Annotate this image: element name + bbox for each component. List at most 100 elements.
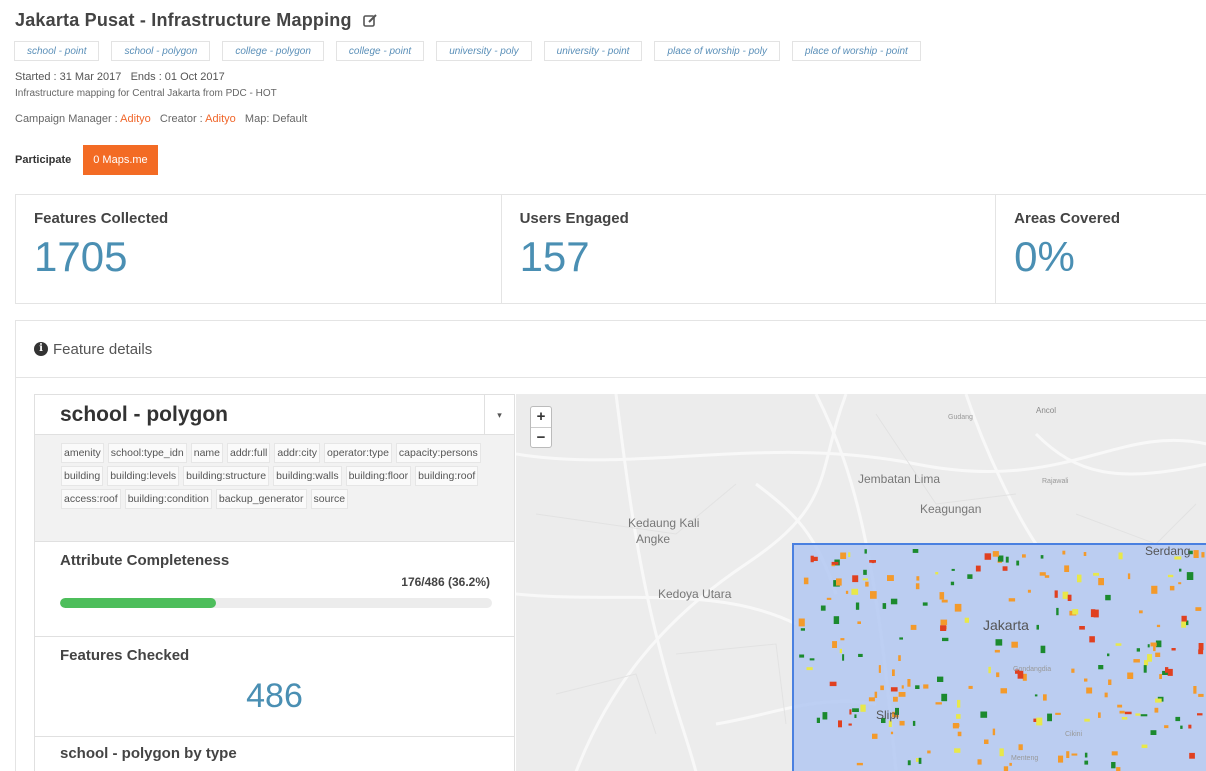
feature-marker — [1083, 552, 1087, 556]
feature-marker — [916, 758, 919, 762]
completeness-title: Attribute Completeness — [60, 552, 230, 569]
feature-marker — [1181, 615, 1187, 622]
feature-marker — [899, 637, 903, 640]
feature-marker — [957, 731, 962, 737]
feature-marker — [1084, 752, 1088, 758]
tag-worship-poly[interactable]: place of worship - poly — [654, 41, 780, 61]
feature-marker — [1022, 673, 1027, 681]
chevron-down-icon[interactable]: ▾ — [484, 395, 514, 435]
feature-marker — [1058, 755, 1064, 763]
feature-marker — [852, 575, 859, 583]
feature-marker — [1151, 585, 1158, 594]
manager-link[interactable]: Adityo — [120, 113, 151, 125]
feature-marker — [954, 748, 961, 753]
feature-marker — [918, 757, 922, 764]
feature-marker — [1002, 566, 1008, 571]
feature-marker — [1139, 610, 1143, 614]
feature-marker — [849, 709, 852, 715]
feature-marker — [1098, 712, 1101, 718]
feature-marker — [923, 684, 929, 689]
feature-marker — [1165, 667, 1169, 673]
zoom-out-button[interactable]: − — [531, 427, 551, 447]
feature-marker — [832, 641, 837, 648]
zoom-in-button[interactable]: + — [531, 407, 551, 427]
feature-marker — [1118, 552, 1123, 560]
feature-marker — [1116, 767, 1121, 771]
feature-marker — [1159, 674, 1162, 679]
feature-marker — [927, 750, 931, 754]
feature-marker — [1062, 591, 1069, 599]
feature-marker — [1156, 624, 1161, 628]
feature-marker — [912, 720, 916, 726]
feature-marker — [1084, 678, 1088, 682]
feature-marker — [890, 731, 894, 735]
completeness-progress-bar — [60, 598, 492, 608]
feature-marker — [838, 720, 842, 728]
feature-marker — [848, 723, 852, 726]
campaign-page: Jakarta Pusat - Infrastructure Mapping s… — [0, 0, 1206, 771]
feature-marker — [899, 720, 905, 726]
tag-university-poly[interactable]: university - poly — [436, 41, 532, 61]
edit-icon[interactable] — [362, 13, 378, 29]
feature-marker — [952, 723, 960, 727]
feature-marker — [1171, 648, 1176, 651]
feature-marker — [995, 639, 1003, 646]
tag-college-point[interactable]: college - point — [335, 41, 425, 61]
tag-college-polygon[interactable]: college - polygon — [222, 41, 324, 61]
feature-marker — [1062, 550, 1066, 555]
feature-marker — [1175, 716, 1181, 722]
feature-marker — [941, 599, 948, 603]
feature-marker — [1135, 713, 1141, 716]
stat-features-collected: Features Collected 1705 — [16, 195, 502, 303]
feature-marker — [1077, 574, 1082, 583]
feature-select-value: school - polygon — [60, 402, 228, 426]
feature-marker — [1036, 624, 1039, 630]
feature-marker — [939, 592, 945, 600]
map-canvas[interactable] — [516, 394, 1206, 771]
feature-marker — [1064, 565, 1070, 572]
feature-marker — [1009, 762, 1012, 766]
feature-marker — [907, 679, 911, 687]
feature-marker — [1056, 607, 1059, 616]
tag-school-polygon[interactable]: school - polygon — [111, 41, 211, 61]
feature-marker — [964, 617, 969, 623]
feature-marker — [956, 714, 961, 719]
feature-marker — [968, 685, 973, 689]
feature-marker — [880, 685, 884, 691]
map-label-keagungan: Keagungan — [920, 502, 982, 516]
feature-marker — [922, 602, 928, 606]
map-view[interactable]: + − Jembatan Lima Keagungan Kedaung Kali… — [516, 394, 1206, 771]
feature-marker — [1198, 643, 1204, 651]
attribute-tag: addr:full — [227, 443, 271, 463]
feature-marker — [1003, 766, 1009, 771]
attribute-tag: building:roof — [415, 466, 479, 486]
feature-marker — [826, 597, 832, 600]
feature-marker — [1143, 665, 1147, 673]
feature-select[interactable]: school - polygon ▾ — [35, 395, 514, 435]
feature-marker — [999, 748, 1004, 757]
attribute-tag: building:walls — [273, 466, 342, 486]
feature-marker — [860, 704, 866, 712]
feature-marker — [890, 687, 898, 692]
attribute-tag: operator:type — [324, 443, 392, 463]
feature-marker — [1104, 692, 1108, 698]
feature-marker — [1127, 672, 1134, 679]
maps-me-button[interactable]: 0 Maps.me — [83, 145, 158, 175]
feature-marker — [1084, 760, 1089, 765]
stat-value: 0% — [1014, 233, 1075, 280]
feature-marker — [856, 762, 863, 766]
features-checked: Features Checked 486 — [35, 637, 514, 737]
creator-link[interactable]: Adityo — [205, 113, 236, 125]
feature-marker — [839, 648, 842, 654]
feature-marker — [1186, 572, 1194, 580]
tag-university-point[interactable]: university - point — [543, 41, 643, 61]
tag-school-point[interactable]: school - point — [14, 41, 100, 61]
feature-marker — [1072, 609, 1079, 615]
feature-marker — [977, 759, 982, 765]
feature-marker — [1108, 679, 1112, 685]
feature-marker — [1111, 762, 1116, 769]
tag-worship-point[interactable]: place of worship - point — [791, 41, 921, 61]
feature-marker — [1093, 572, 1099, 576]
feature-marker — [1018, 744, 1023, 751]
map-label-jakarta: Jakarta — [983, 617, 1029, 633]
